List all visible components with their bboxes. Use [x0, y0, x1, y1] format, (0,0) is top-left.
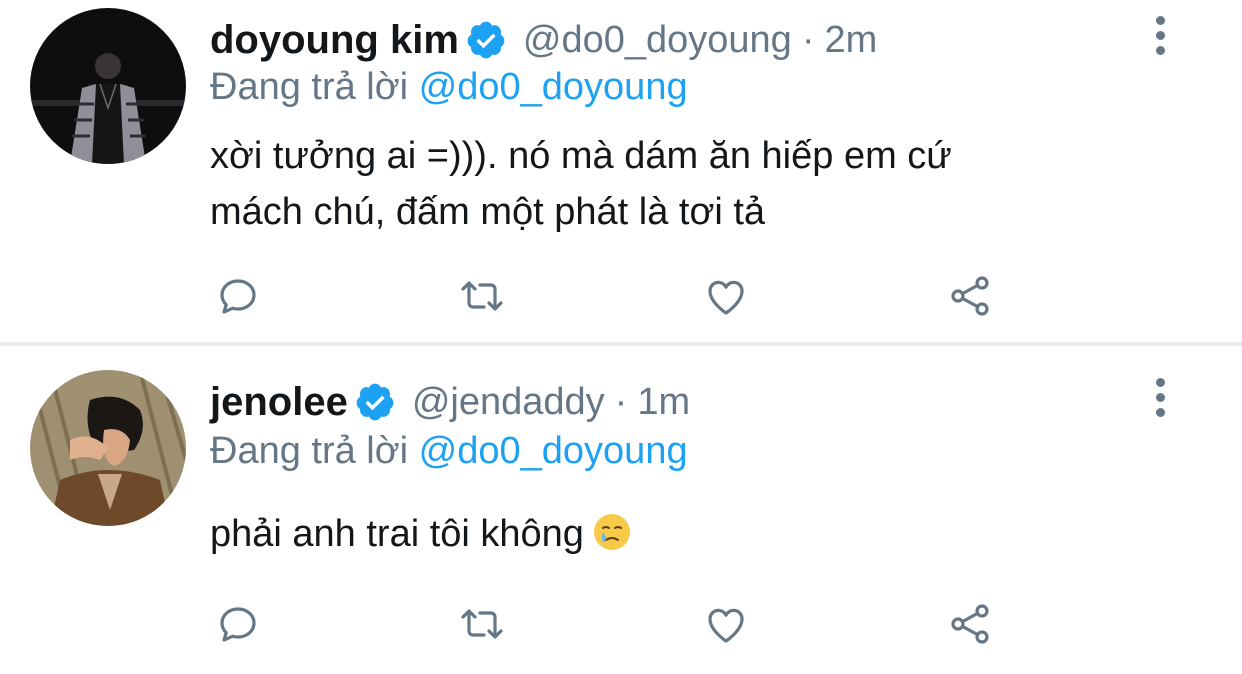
- crying-face-emoji: [592, 512, 632, 552]
- share-icon: [951, 276, 989, 316]
- reply-prefix: Đang trả lời: [210, 66, 409, 108]
- tweet-header: doyoung kim @do0_doyoung · 2m: [210, 14, 877, 66]
- more-options-icon[interactable]: [1148, 378, 1172, 422]
- person-photo-dark-icon: [30, 8, 186, 164]
- user-handle[interactable]: @do0_doyoung: [523, 19, 792, 62]
- reply-button[interactable]: [210, 268, 266, 324]
- display-name[interactable]: jenolee: [210, 380, 348, 425]
- user-handle[interactable]: @jendaddy: [412, 381, 605, 424]
- like-icon: [708, 280, 744, 315]
- tweet-text: phải anh trai tôi không: [210, 506, 1110, 562]
- like-icon: [708, 608, 744, 643]
- tweet: doyoung kim @do0_doyoung · 2m Đang trả l…: [0, 0, 1242, 342]
- share-button[interactable]: [942, 268, 998, 324]
- tweet-text-line: xời tưởng ai =))). nó mà dám ăn hiếp em …: [210, 135, 952, 177]
- like-button[interactable]: [698, 268, 754, 324]
- more-options-icon[interactable]: [1148, 16, 1172, 60]
- reply-prefix: Đang trả lời: [210, 430, 409, 472]
- tweet: jenolee @jendaddy · 1m Đang trả lời @do0…: [0, 346, 1242, 674]
- reply-icon: [220, 607, 256, 642]
- reply-context: Đang trả lời @do0_doyoung: [210, 66, 688, 109]
- tweet-text-line: mách chú, đấm một phát là tơi tả: [210, 191, 766, 233]
- reply-button[interactable]: [210, 596, 266, 652]
- action-bar: [210, 596, 1010, 652]
- retweet-button[interactable]: [454, 268, 510, 324]
- retweet-icon: [461, 609, 503, 639]
- reply-mention-link[interactable]: @do0_doyoung: [419, 66, 688, 108]
- reply-context: Đang trả lời @do0_doyoung: [210, 430, 688, 473]
- person-photo-tan-icon: [30, 370, 186, 526]
- timestamp[interactable]: 1m: [637, 381, 690, 424]
- tweet-text-line: phải anh trai tôi không: [210, 513, 584, 555]
- timestamp[interactable]: 2m: [824, 19, 877, 62]
- separator-dot: ·: [614, 380, 628, 423]
- reply-mention-link[interactable]: @do0_doyoung: [419, 430, 688, 472]
- retweet-button[interactable]: [454, 596, 510, 652]
- display-name[interactable]: doyoung kim: [210, 18, 459, 63]
- retweet-icon: [461, 281, 503, 311]
- reply-icon: [220, 279, 256, 314]
- share-button[interactable]: [942, 596, 998, 652]
- avatar[interactable]: [30, 370, 186, 526]
- verified-badge-icon: [354, 381, 396, 423]
- like-button[interactable]: [698, 596, 754, 652]
- tweet-header: jenolee @jendaddy · 1m: [210, 376, 690, 428]
- action-bar: [210, 268, 1010, 324]
- tweet-text: xời tưởng ai =))). nó mà dám ăn hiếp em …: [210, 128, 1110, 240]
- share-icon: [951, 604, 989, 644]
- avatar[interactable]: [30, 8, 186, 164]
- verified-badge-icon: [465, 19, 507, 61]
- separator-dot: ·: [801, 18, 815, 61]
